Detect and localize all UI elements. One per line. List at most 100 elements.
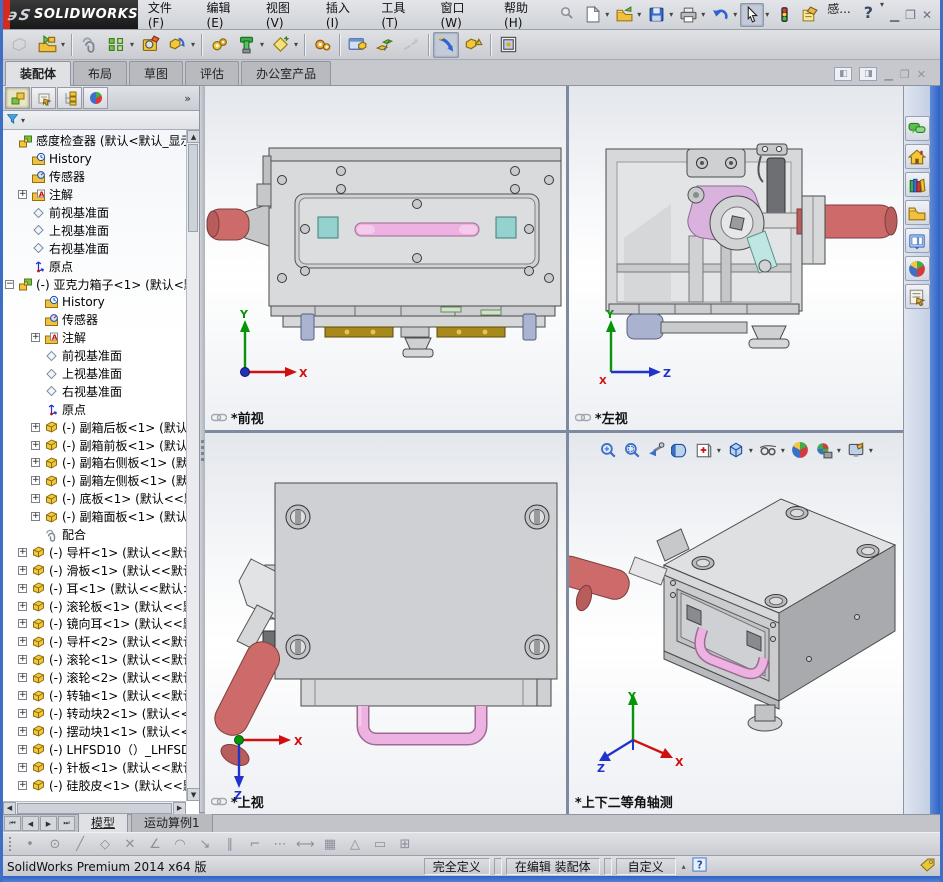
scroll-up-button[interactable]: ▲ xyxy=(187,130,200,143)
sketch-tool-13-icon[interactable]: △ xyxy=(346,837,364,852)
tree-expander-slot[interactable]: + xyxy=(18,189,29,200)
edit-component-icon[interactable] xyxy=(7,32,33,58)
hide-show-items-dropdown-caret[interactable]: ▾ xyxy=(779,446,787,455)
sketch-tool-11-icon[interactable]: ⟷ xyxy=(296,837,315,852)
model-tab-0[interactable]: 模型 xyxy=(78,812,129,832)
tree-expander-slot[interactable]: + xyxy=(18,601,29,612)
tree-expander-slot[interactable]: + xyxy=(18,583,29,594)
tree-expander-slot[interactable]: + xyxy=(18,726,29,737)
sketch-tool-9-icon[interactable]: ⌐ xyxy=(246,837,264,852)
tree-row[interactable]: + (-) 滚轮<1> (默认<<默认>. xyxy=(3,651,186,669)
tree-row[interactable]: 传感器 xyxy=(3,311,186,329)
tree-expander-plus[interactable]: + xyxy=(18,744,27,754)
tree-expander-slot[interactable]: + xyxy=(18,565,29,576)
tree-expander-slot[interactable]: + xyxy=(31,440,42,451)
tree-expander-plus[interactable]: + xyxy=(31,458,40,468)
tree-row[interactable]: 感度检查器 (默认<默认_显示状 xyxy=(3,132,186,150)
tree-row[interactable]: + (-) 底板<1> (默认<<默认 xyxy=(3,490,186,508)
tab-nav-first-button[interactable]: ⏮ xyxy=(4,816,21,831)
tree-vertical-scrollbar[interactable]: ▲ ▼ xyxy=(186,130,200,801)
fm-overflow-chevron[interactable]: » xyxy=(184,92,197,105)
undo-icon[interactable] xyxy=(708,3,732,27)
apply-scene-icon[interactable] xyxy=(813,440,835,460)
tree-expander-plus[interactable]: + xyxy=(18,762,27,772)
tree-row[interactable]: 配合 xyxy=(3,526,186,544)
tree-row[interactable]: + (-) 转动块2<1> (默认<<默 xyxy=(3,705,186,723)
tree-expander-plus[interactable]: + xyxy=(31,333,40,343)
menu-item-6[interactable]: 帮助(H) xyxy=(494,0,555,30)
view-orientation-dropdown-caret[interactable]: ▾ xyxy=(715,446,723,455)
sketch-tool-15-icon[interactable]: ⊞ xyxy=(396,837,414,852)
viewport-top[interactable]: X Z *上视 xyxy=(204,433,566,814)
tree-row[interactable]: 右视基准面 xyxy=(3,382,186,400)
move-component-dropdown-caret[interactable]: ▾ xyxy=(189,40,197,49)
smart-fasteners-icon[interactable] xyxy=(137,32,163,58)
tree-row[interactable]: 前视基准面 xyxy=(3,204,186,222)
tree-expander-plus[interactable]: + xyxy=(31,512,40,522)
menu-item-1[interactable]: 编辑(E) xyxy=(197,0,256,30)
print-document-icon[interactable] xyxy=(676,3,700,27)
tab-4[interactable]: 办公室产品 xyxy=(241,61,332,85)
tree-row[interactable]: History xyxy=(3,150,186,168)
sketch-tool-14-icon[interactable]: ▭ xyxy=(371,837,389,852)
scroll-left-button[interactable]: ◀ xyxy=(3,801,16,814)
tree-expander-slot[interactable]: − xyxy=(5,279,16,290)
linear-component-pattern-icon[interactable] xyxy=(103,32,129,58)
new-document-icon[interactable] xyxy=(580,3,604,27)
save-document-icon[interactable] xyxy=(644,3,668,27)
display-style-icon[interactable] xyxy=(725,440,747,460)
tree-row[interactable]: + (-) 滑板<1> (默认<<默认>. xyxy=(3,561,186,579)
tree-row[interactable]: + (-) 副箱前板<1> (默认< xyxy=(3,436,186,454)
configurationmanager-tab[interactable] xyxy=(57,87,82,109)
filter-funnel-icon[interactable] xyxy=(6,111,19,130)
tree-row[interactable]: + (-) 耳<1> (默认<<默认>_显 xyxy=(3,579,186,597)
tree-expander-slot[interactable]: + xyxy=(18,636,29,647)
view-orientation-icon[interactable] xyxy=(693,440,715,460)
motion-study-gears-icon[interactable] xyxy=(309,32,335,58)
tree-row[interactable]: 原点 xyxy=(3,400,186,418)
minimize-button[interactable]: ▁ xyxy=(890,8,899,22)
sketch-tool-4-icon[interactable]: ✕ xyxy=(121,837,139,852)
tree-expander-slot[interactable]: + xyxy=(31,511,42,522)
select-cursor-dropdown-caret[interactable]: ▾ xyxy=(763,10,771,19)
tree-row[interactable]: + (-) 副箱面板<1> (默认< xyxy=(3,508,186,526)
new-document-dropdown-caret[interactable]: ▾ xyxy=(603,10,611,19)
tree-row[interactable]: + (-) 导杆<1> (默认<<默认>. xyxy=(3,543,186,561)
tree-row[interactable]: 原点 xyxy=(3,257,186,275)
tree-expander-plus[interactable]: + xyxy=(18,619,27,629)
tree-expander-slot[interactable]: + xyxy=(18,744,29,755)
tab-nav-last-button[interactable]: ⏭ xyxy=(58,816,75,831)
view-settings-dropdown-caret[interactable]: ▾ xyxy=(867,446,875,455)
tree-expander-plus[interactable]: + xyxy=(18,565,27,575)
tab-nav-prev-button[interactable]: ◀ xyxy=(22,816,39,831)
tree-expander-plus[interactable]: + xyxy=(31,494,40,504)
tree-expander-slot[interactable]: + xyxy=(18,618,29,629)
tree-row[interactable]: − (-) 亚克力箱子<1> (默认<默 xyxy=(3,275,186,293)
sketch-tool-10-icon[interactable]: ⋯ xyxy=(271,837,289,852)
sketch-tool-2-icon[interactable]: ╱ xyxy=(71,837,89,852)
tree-expander-plus[interactable]: + xyxy=(18,708,27,718)
tree-expander-slot[interactable]: + xyxy=(18,547,29,558)
tree-row[interactable]: + (-) LHFSD10（）_LHFSD10< xyxy=(3,740,186,758)
horizontal-scroll-thumb[interactable] xyxy=(17,802,173,814)
tree-expander-minus[interactable]: − xyxy=(5,279,14,289)
next-window-button[interactable]: ◨ xyxy=(859,67,878,81)
print-document-dropdown-caret[interactable]: ▾ xyxy=(699,10,707,19)
performance-evaluation-icon[interactable] xyxy=(344,32,370,58)
sketch-tool-7-icon[interactable]: ↘ xyxy=(196,837,214,852)
tree-row[interactable]: + (-) 针板<1> (默认<<默认>. xyxy=(3,758,186,776)
menu-item-4[interactable]: 工具(T) xyxy=(371,0,430,30)
viewport-left[interactable]: Y Z X *左视 xyxy=(568,86,903,430)
tree-row[interactable]: 右视基准面 xyxy=(3,239,186,257)
tree-expander-plus[interactable]: + xyxy=(31,422,40,432)
instant3d-icon[interactable] xyxy=(433,31,459,58)
tag-icon[interactable] xyxy=(920,858,936,875)
tree-expander-slot[interactable]: + xyxy=(18,762,29,773)
reference-geometry-dropdown-caret[interactable]: ▾ xyxy=(292,40,300,49)
solidworks-resources-home-icon[interactable] xyxy=(904,144,930,169)
search-icon[interactable] xyxy=(555,0,578,24)
tree-expander-slot[interactable]: + xyxy=(31,493,42,504)
sketch-tool-8-icon[interactable]: ∥ xyxy=(221,837,239,852)
select-cursor-icon[interactable] xyxy=(740,2,765,27)
tree-expander-plus[interactable]: + xyxy=(18,780,27,790)
